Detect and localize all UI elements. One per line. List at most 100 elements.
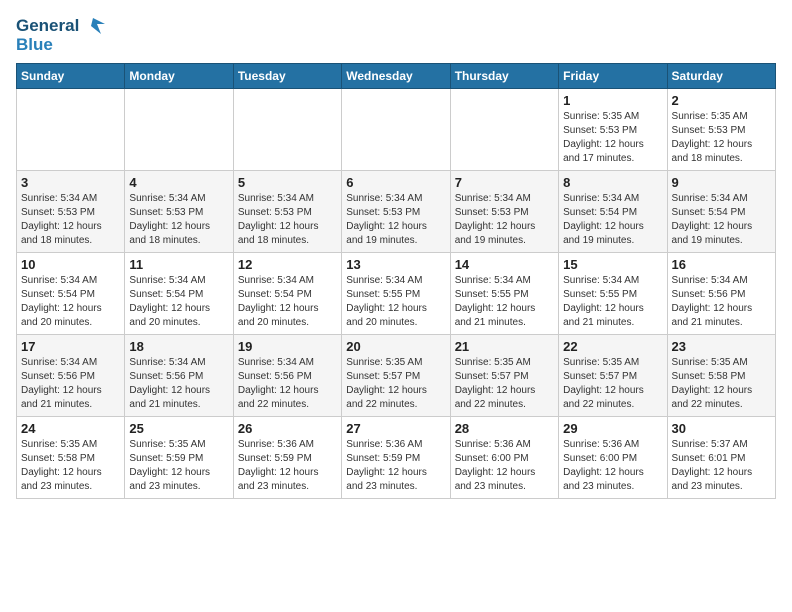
calendar-cell: 7 Sunrise: 5:34 AM Sunset: 5:53 PM Daylig… xyxy=(450,170,558,252)
calendar-cell: 24 Sunrise: 5:35 AM Sunset: 5:58 PM Dayli… xyxy=(17,416,125,498)
calendar-cell: 5 Sunrise: 5:34 AM Sunset: 5:53 PM Daylig… xyxy=(233,170,341,252)
day-of-week-header: Sunday xyxy=(17,63,125,88)
calendar-cell: 30 Sunrise: 5:37 AM Sunset: 6:01 PM Dayli… xyxy=(667,416,775,498)
day-info: Sunrise: 5:35 AM Sunset: 5:59 PM Dayligh… xyxy=(129,438,228,494)
day-of-week-header: Friday xyxy=(559,63,667,88)
day-number: 8 xyxy=(563,175,662,190)
day-number: 29 xyxy=(563,421,662,436)
day-number: 22 xyxy=(563,339,662,354)
day-number: 16 xyxy=(672,257,771,272)
calendar-cell: 25 Sunrise: 5:35 AM Sunset: 5:59 PM Dayli… xyxy=(125,416,233,498)
calendar-cell: 12 Sunrise: 5:34 AM Sunset: 5:54 PM Dayli… xyxy=(233,252,341,334)
day-number: 26 xyxy=(238,421,337,436)
day-info: Sunrise: 5:34 AM Sunset: 5:54 PM Dayligh… xyxy=(129,274,228,330)
day-of-week-header: Monday xyxy=(125,63,233,88)
day-info: Sunrise: 5:34 AM Sunset: 5:55 PM Dayligh… xyxy=(563,274,662,330)
day-info: Sunrise: 5:34 AM Sunset: 5:55 PM Dayligh… xyxy=(455,274,554,330)
day-number: 3 xyxy=(21,175,120,190)
day-info: Sunrise: 5:36 AM Sunset: 5:59 PM Dayligh… xyxy=(238,438,337,494)
calendar-cell xyxy=(125,88,233,170)
day-number: 30 xyxy=(672,421,771,436)
calendar-cell xyxy=(342,88,450,170)
day-info: Sunrise: 5:34 AM Sunset: 5:55 PM Dayligh… xyxy=(346,274,445,330)
calendar-cell: 29 Sunrise: 5:36 AM Sunset: 6:00 PM Dayli… xyxy=(559,416,667,498)
day-info: Sunrise: 5:35 AM Sunset: 5:58 PM Dayligh… xyxy=(672,356,771,412)
day-number: 17 xyxy=(21,339,120,354)
day-info: Sunrise: 5:34 AM Sunset: 5:53 PM Dayligh… xyxy=(455,192,554,248)
calendar-cell: 22 Sunrise: 5:35 AM Sunset: 5:57 PM Dayli… xyxy=(559,334,667,416)
calendar-cell: 9 Sunrise: 5:34 AM Sunset: 5:54 PM Daylig… xyxy=(667,170,775,252)
day-info: Sunrise: 5:34 AM Sunset: 5:53 PM Dayligh… xyxy=(21,192,120,248)
calendar: SundayMondayTuesdayWednesdayThursdayFrid… xyxy=(16,63,776,499)
day-info: Sunrise: 5:35 AM Sunset: 5:57 PM Dayligh… xyxy=(455,356,554,412)
day-of-week-header: Tuesday xyxy=(233,63,341,88)
day-number: 23 xyxy=(672,339,771,354)
day-number: 24 xyxy=(21,421,120,436)
calendar-cell: 21 Sunrise: 5:35 AM Sunset: 5:57 PM Dayli… xyxy=(450,334,558,416)
day-number: 27 xyxy=(346,421,445,436)
calendar-cell xyxy=(450,88,558,170)
day-number: 7 xyxy=(455,175,554,190)
calendar-cell: 3 Sunrise: 5:34 AM Sunset: 5:53 PM Daylig… xyxy=(17,170,125,252)
day-number: 12 xyxy=(238,257,337,272)
day-info: Sunrise: 5:34 AM Sunset: 5:56 PM Dayligh… xyxy=(21,356,120,412)
calendar-cell: 8 Sunrise: 5:34 AM Sunset: 5:54 PM Daylig… xyxy=(559,170,667,252)
day-number: 2 xyxy=(672,93,771,108)
calendar-cell: 2 Sunrise: 5:35 AM Sunset: 5:53 PM Daylig… xyxy=(667,88,775,170)
day-info: Sunrise: 5:35 AM Sunset: 5:53 PM Dayligh… xyxy=(672,110,771,166)
day-number: 28 xyxy=(455,421,554,436)
day-number: 1 xyxy=(563,93,662,108)
day-info: Sunrise: 5:34 AM Sunset: 5:54 PM Dayligh… xyxy=(672,192,771,248)
calendar-cell: 1 Sunrise: 5:35 AM Sunset: 5:53 PM Daylig… xyxy=(559,88,667,170)
calendar-cell xyxy=(233,88,341,170)
day-number: 5 xyxy=(238,175,337,190)
day-info: Sunrise: 5:36 AM Sunset: 6:00 PM Dayligh… xyxy=(563,438,662,494)
day-info: Sunrise: 5:34 AM Sunset: 5:56 PM Dayligh… xyxy=(129,356,228,412)
day-info: Sunrise: 5:36 AM Sunset: 6:00 PM Dayligh… xyxy=(455,438,554,494)
day-info: Sunrise: 5:36 AM Sunset: 5:59 PM Dayligh… xyxy=(346,438,445,494)
day-info: Sunrise: 5:34 AM Sunset: 5:53 PM Dayligh… xyxy=(129,192,228,248)
day-of-week-header: Thursday xyxy=(450,63,558,88)
day-info: Sunrise: 5:34 AM Sunset: 5:53 PM Dayligh… xyxy=(238,192,337,248)
day-number: 6 xyxy=(346,175,445,190)
day-number: 4 xyxy=(129,175,228,190)
day-number: 15 xyxy=(563,257,662,272)
day-of-week-header: Saturday xyxy=(667,63,775,88)
day-info: Sunrise: 5:35 AM Sunset: 5:57 PM Dayligh… xyxy=(346,356,445,412)
calendar-cell: 28 Sunrise: 5:36 AM Sunset: 6:00 PM Dayli… xyxy=(450,416,558,498)
calendar-cell: 11 Sunrise: 5:34 AM Sunset: 5:54 PM Dayli… xyxy=(125,252,233,334)
day-number: 25 xyxy=(129,421,228,436)
day-number: 11 xyxy=(129,257,228,272)
calendar-cell: 6 Sunrise: 5:34 AM Sunset: 5:53 PM Daylig… xyxy=(342,170,450,252)
day-info: Sunrise: 5:35 AM Sunset: 5:53 PM Dayligh… xyxy=(563,110,662,166)
calendar-cell xyxy=(17,88,125,170)
day-info: Sunrise: 5:34 AM Sunset: 5:54 PM Dayligh… xyxy=(563,192,662,248)
day-info: Sunrise: 5:34 AM Sunset: 5:54 PM Dayligh… xyxy=(21,274,120,330)
calendar-cell: 23 Sunrise: 5:35 AM Sunset: 5:58 PM Dayli… xyxy=(667,334,775,416)
day-info: Sunrise: 5:34 AM Sunset: 5:53 PM Dayligh… xyxy=(346,192,445,248)
calendar-cell: 16 Sunrise: 5:34 AM Sunset: 5:56 PM Dayli… xyxy=(667,252,775,334)
calendar-cell: 19Sunrise: 5:34 AM Sunset: 5:56 PM Dayli… xyxy=(233,334,341,416)
calendar-cell: 18Sunrise: 5:34 AM Sunset: 5:56 PM Dayli… xyxy=(125,334,233,416)
calendar-cell: 15 Sunrise: 5:34 AM Sunset: 5:55 PM Dayli… xyxy=(559,252,667,334)
logo: General Blue xyxy=(16,16,105,55)
calendar-cell: 27 Sunrise: 5:36 AM Sunset: 5:59 PM Dayli… xyxy=(342,416,450,498)
day-number: 10 xyxy=(21,257,120,272)
calendar-cell: 26 Sunrise: 5:36 AM Sunset: 5:59 PM Dayli… xyxy=(233,416,341,498)
calendar-cell: 10 Sunrise: 5:34 AM Sunset: 5:54 PM Dayli… xyxy=(17,252,125,334)
day-info: Sunrise: 5:35 AM Sunset: 5:57 PM Dayligh… xyxy=(563,356,662,412)
day-number: 14 xyxy=(455,257,554,272)
day-info: Sunrise: 5:37 AM Sunset: 6:01 PM Dayligh… xyxy=(672,438,771,494)
day-number: 21 xyxy=(455,339,554,354)
day-number: 20 xyxy=(346,339,445,354)
day-info: Sunrise: 5:34 AM Sunset: 5:54 PM Dayligh… xyxy=(238,274,337,330)
calendar-cell: 17 Sunrise: 5:34 AM Sunset: 5:56 PM Dayli… xyxy=(17,334,125,416)
calendar-cell: 4 Sunrise: 5:34 AM Sunset: 5:53 PM Daylig… xyxy=(125,170,233,252)
calendar-cell: 20 Sunrise: 5:35 AM Sunset: 5:57 PM Dayli… xyxy=(342,334,450,416)
calendar-cell: 13Sunrise: 5:34 AM Sunset: 5:55 PM Dayli… xyxy=(342,252,450,334)
day-number: 9 xyxy=(672,175,771,190)
day-info: Sunrise: 5:35 AM Sunset: 5:58 PM Dayligh… xyxy=(21,438,120,494)
day-info: Sunrise: 5:34 AM Sunset: 5:56 PM Dayligh… xyxy=(238,356,337,412)
day-info: Sunrise: 5:34 AM Sunset: 5:56 PM Dayligh… xyxy=(672,274,771,330)
day-of-week-header: Wednesday xyxy=(342,63,450,88)
